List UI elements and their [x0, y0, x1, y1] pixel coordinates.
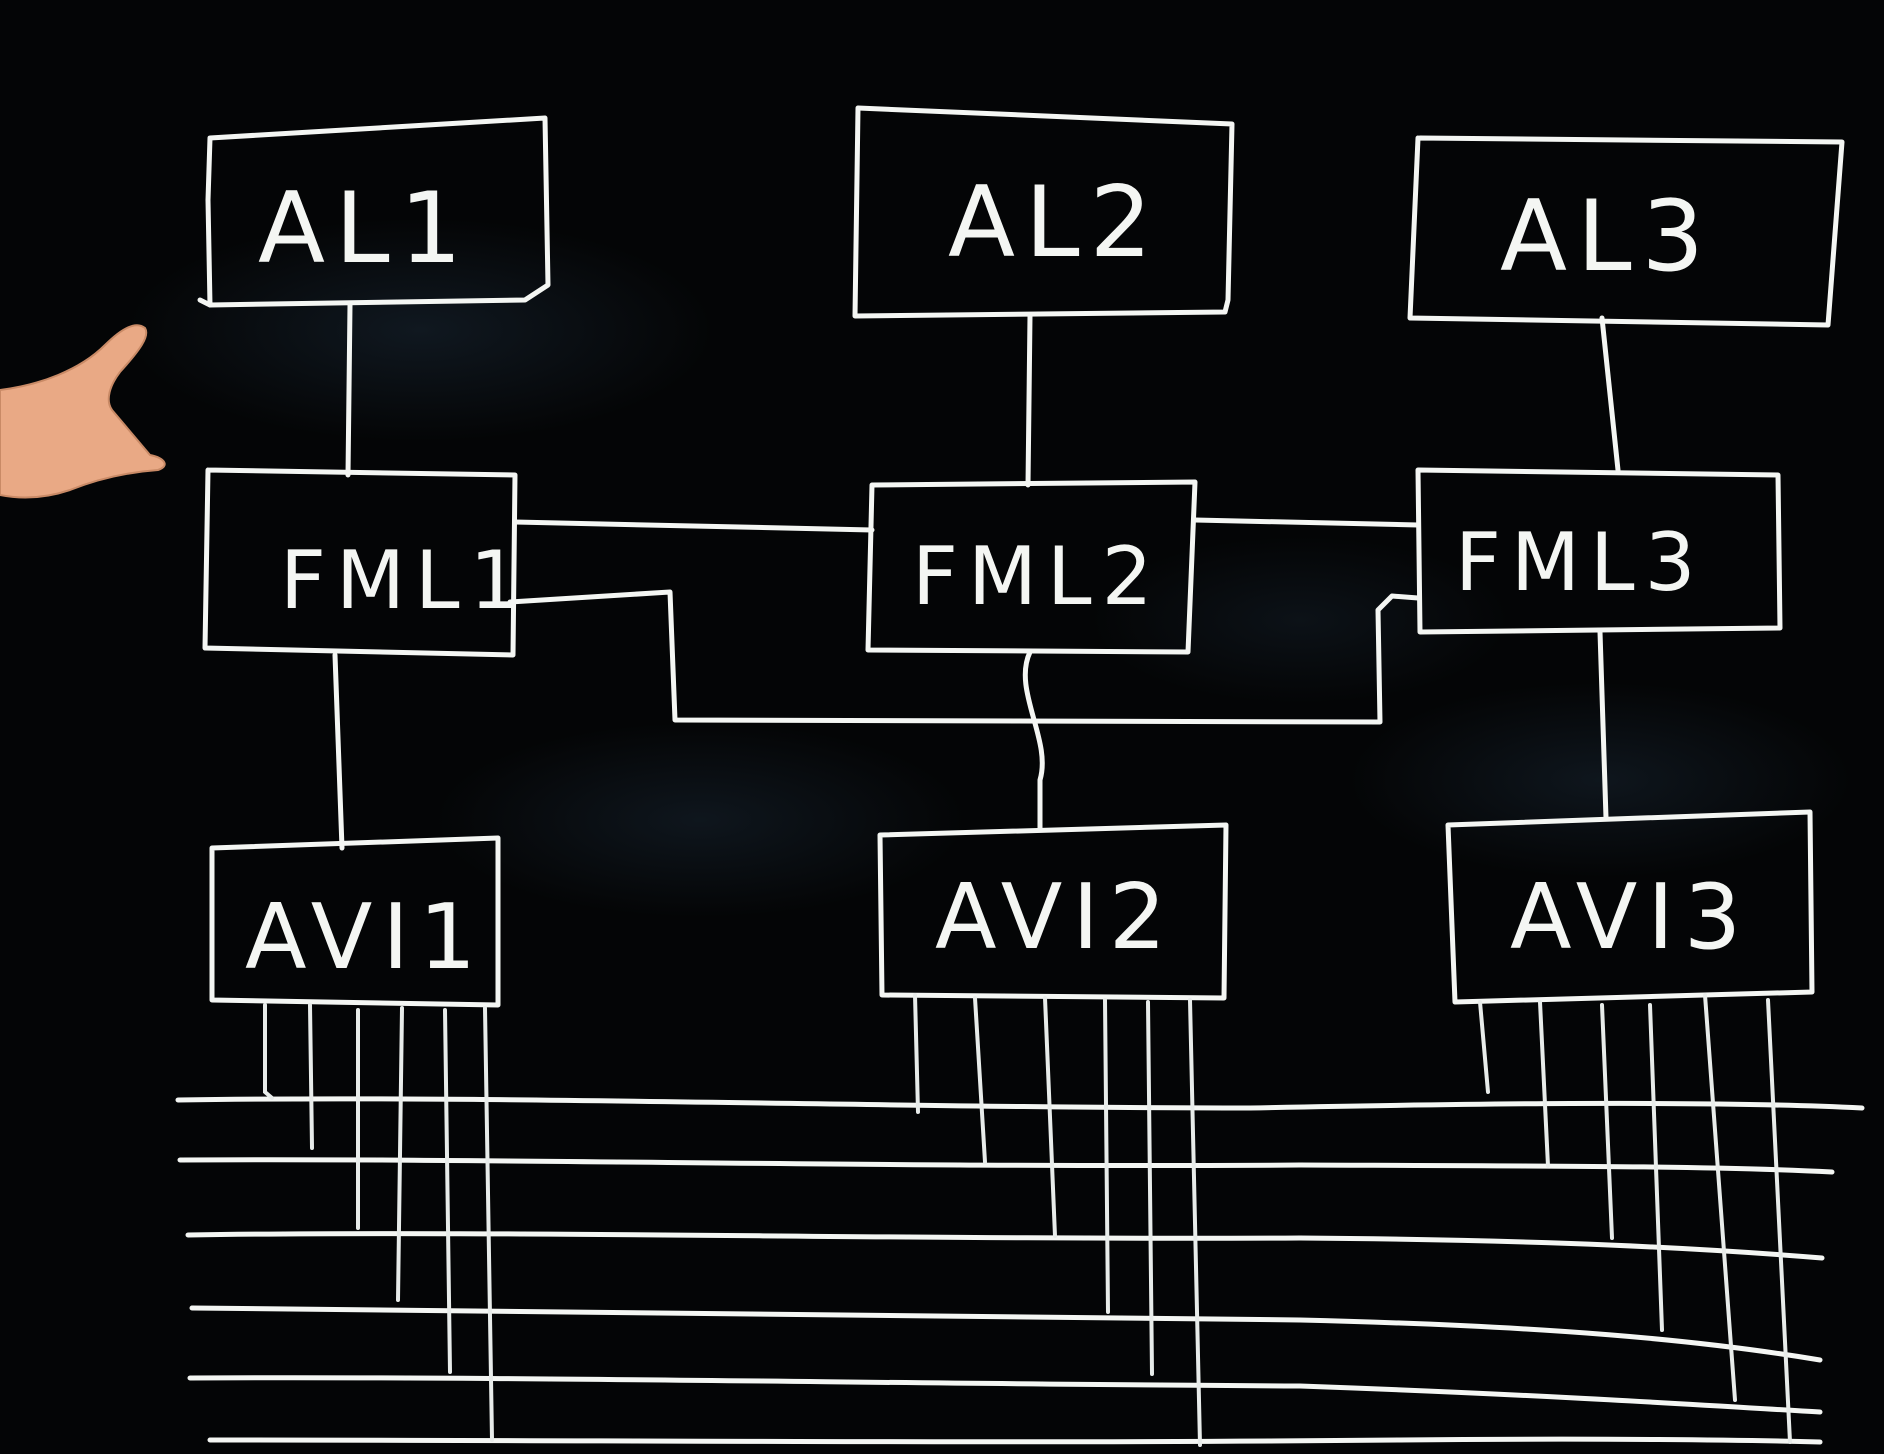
label-al3: AL3: [1500, 180, 1714, 294]
label-fml3: FML3: [1455, 516, 1706, 609]
bus-line-6: [207, 1436, 1823, 1445]
edge-fml1-avi1: [332, 652, 345, 851]
chalk-diagram: AL1 AL2 AL3 FML1 FML2 FML3 AVI1 AVI2 AVI…: [0, 105, 1865, 1447]
avi1-drop-2: [308, 1003, 314, 1150]
label-avi3: AVI3: [1510, 865, 1751, 970]
label-fml2: FML2: [912, 530, 1163, 623]
edge-fml2-avi2: [1022, 649, 1045, 833]
avi1-drop-5: [443, 1008, 452, 1374]
label-al1: AL1: [258, 172, 472, 286]
label-avi1: AVI1: [245, 885, 486, 990]
avi3-drop-3: [1600, 1003, 1614, 1240]
edge-fml2-fml3: [1192, 517, 1421, 528]
label-al2: AL2: [948, 166, 1162, 280]
avi1-drop-6: [483, 1006, 494, 1442]
avi3-drop-6: [1766, 998, 1792, 1444]
edge-al2-fml2: [1025, 313, 1033, 488]
blackboard: AL1 AL2 AL3 FML1 FML2 FML3 AVI1 AVI2 AVI…: [0, 0, 1884, 1454]
avi1-drop-1: [263, 1003, 274, 1100]
label-avi2: AVI2: [935, 865, 1176, 970]
avi2-drop-3: [1043, 996, 1057, 1238]
bus-line-1: [175, 1096, 1865, 1111]
edge-fml1-fml2: [512, 519, 875, 533]
avi3-drop-2: [1538, 1000, 1550, 1168]
bus-line-5: [187, 1375, 1823, 1415]
avi1-drop-4: [396, 1006, 404, 1302]
edge-fml3-avi3: [1597, 629, 1609, 821]
avi2-drop-4: [1103, 998, 1110, 1314]
avi3-drop-1: [1478, 1000, 1490, 1094]
avi2-drop-2: [973, 996, 987, 1164]
node-labels: AL1 AL2 AL3 FML1 FML2 FML3 AVI1 AVI2 AVI…: [245, 166, 1751, 990]
avi2-drop-1: [913, 993, 920, 1114]
edge-al1-fml1: [345, 302, 353, 478]
bus-line-4: [189, 1305, 1823, 1363]
avi3-drop-5: [1703, 993, 1737, 1402]
label-fml1: FML1: [280, 534, 531, 627]
avi2-drop-6: [1188, 998, 1202, 1447]
edge-al3-fml3: [1599, 315, 1621, 473]
pointing-hand: [0, 324, 166, 499]
bus-line-3: [185, 1231, 1825, 1261]
bus-line-2: [177, 1157, 1835, 1175]
